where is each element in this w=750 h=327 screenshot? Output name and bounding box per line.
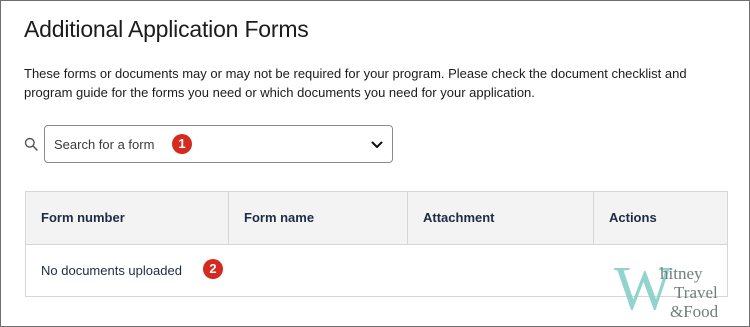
- callout-marker-2: 2: [203, 259, 223, 279]
- page-title: Additional Application Forms: [24, 16, 309, 42]
- watermark-line-3: &Food: [670, 302, 719, 321]
- callout-marker-1: 1: [172, 134, 192, 154]
- empty-table-message: No documents uploaded: [41, 263, 182, 278]
- column-header-form-name: Form name: [229, 192, 408, 244]
- search-placeholder: Search for a form: [54, 137, 155, 152]
- column-header-form-number: Form number: [26, 192, 229, 244]
- page-description: These forms or documents may or may not …: [24, 66, 687, 100]
- watermark-logo: W hitney Travel &Food: [612, 256, 746, 324]
- table-header: Form number Form name Attachment Actions: [26, 192, 727, 245]
- watermark-line-2: Travel: [674, 283, 718, 302]
- search-icon: [24, 137, 38, 151]
- column-header-attachment: Attachment: [408, 192, 594, 244]
- column-header-actions: Actions: [609, 210, 657, 225]
- form-search-dropdown[interactable]: Search for a form: [44, 125, 393, 163]
- chevron-down-icon[interactable]: [370, 138, 384, 152]
- watermark-line-1: hitney: [660, 264, 703, 283]
